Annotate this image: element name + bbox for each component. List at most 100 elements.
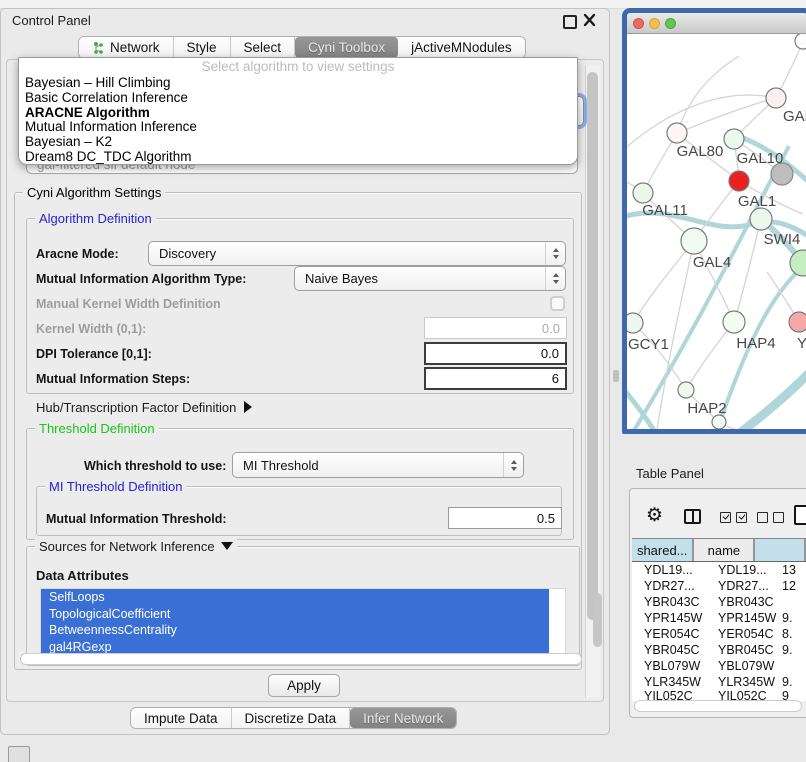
node-label: Y: [797, 335, 806, 352]
collapse-down-arrow-icon[interactable]: [221, 542, 233, 550]
threshold-definition-title: Threshold Definition: [35, 421, 159, 436]
table-row[interactable]: YER054C YER054C 8.: [632, 626, 806, 642]
table-row[interactable]: YPR145W YPR145W 9.: [632, 610, 806, 626]
unchecked-checkbox-icon: [773, 512, 784, 523]
mi-algorithm-type-combobox[interactable]: Naive Bayes: [294, 266, 566, 291]
algorithm-dropdown-popup: Select algorithm to view settings Bayesi…: [18, 57, 578, 165]
tab-style[interactable]: Style: [174, 37, 231, 58]
table-row[interactable]: YDL19... YDL19... 13: [632, 562, 806, 578]
which-threshold-combobox[interactable]: MI Threshold: [232, 452, 524, 478]
manual-kernel-width-label: Manual Kernel Width Definition: [36, 297, 221, 311]
network-node[interactable]: [766, 88, 786, 108]
network-node-gal1[interactable]: [729, 171, 749, 191]
attribute-item-selected[interactable]: TopologicalCoefficient: [41, 606, 549, 623]
algorithm-option[interactable]: Bayesian – K2: [19, 135, 577, 150]
expand-right-arrow-icon[interactable]: [244, 401, 252, 413]
bottom-dock-icon[interactable]: [8, 746, 30, 762]
panel-splitter-handle[interactable]: [613, 370, 619, 382]
network-node-gal10[interactable]: [724, 129, 744, 149]
network-canvas[interactable]: GAL GAL80 GAL10 GAL1 GAL11 SWI4 GAL4 GCY…: [627, 34, 806, 430]
manual-kernel-width-checkbox[interactable]: [550, 296, 565, 311]
network-view-window[interactable]: GAL GAL80 GAL10 GAL1 GAL11 SWI4 GAL4 GCY…: [622, 8, 806, 434]
data-attributes-list[interactable]: SelfLoops TopologicalCoefficient Between…: [40, 588, 566, 654]
document-icon[interactable]: [794, 505, 806, 525]
network-graph[interactable]: GAL GAL80 GAL10 GAL1 GAL11 SWI4 GAL4 GCY…: [627, 34, 806, 430]
checked-checkbox-icon: [736, 512, 747, 523]
column-header-partial[interactable]: [755, 539, 806, 561]
network-node-gcy1[interactable]: [627, 313, 643, 333]
unchecked-checkbox-icon: [757, 512, 768, 523]
attribute-item-selected[interactable]: SelfLoops: [41, 589, 549, 606]
traffic-light-close-icon[interactable]: [633, 18, 644, 29]
network-node-gal11[interactable]: [633, 183, 653, 203]
algorithm-option-selected[interactable]: ARACNE Algorithm: [19, 106, 577, 121]
sources-group-title[interactable]: Sources for Network Inference: [35, 539, 237, 554]
attributes-list-scrollbar-thumb[interactable]: [593, 593, 602, 647]
tab-infer-network[interactable]: Infer Network: [350, 708, 456, 728]
table-header-row: shared... name: [632, 538, 806, 562]
network-node[interactable]: [712, 415, 726, 429]
network-node-gal80[interactable]: [667, 123, 687, 143]
tab-cyni-toolbox[interactable]: Cyni Toolbox: [295, 37, 398, 58]
network-node-gal4[interactable]: [681, 228, 707, 254]
combobox-arrows-icon: [545, 242, 565, 265]
kernel-width-field[interactable]: 0.0: [424, 317, 567, 339]
table-row[interactable]: YBR045C YBR045C 9.: [632, 642, 806, 658]
node-label: HAP4: [736, 335, 775, 352]
float-panel-icon[interactable]: [563, 15, 577, 29]
network-node[interactable]: [789, 312, 806, 332]
traffic-light-minimize-icon[interactable]: [649, 18, 660, 29]
node-label: GAL11: [642, 202, 688, 219]
column-header-name[interactable]: name: [694, 539, 755, 561]
mi-steps-field[interactable]: 6: [424, 367, 567, 390]
network-node[interactable]: [795, 34, 806, 49]
tab-select[interactable]: Select: [231, 37, 296, 58]
network-node-hap2[interactable]: [678, 382, 694, 398]
algorithm-option[interactable]: Basic Correlation Inference: [19, 91, 577, 106]
apply-button[interactable]: Apply: [268, 674, 340, 697]
table-row[interactable]: YDR27... YDR27... 12: [632, 578, 806, 594]
aracne-mode-combobox[interactable]: Discovery: [148, 241, 566, 266]
network-tab-icon: [92, 41, 105, 55]
deselect-all-columns-icon[interactable]: [757, 512, 784, 523]
node-label: GAL1: [738, 193, 776, 210]
table-row[interactable]: YBL079W YBL079W: [632, 658, 806, 674]
attribute-item-selected[interactable]: BetweennessCentrality: [41, 622, 549, 639]
node-label: GAL4: [693, 254, 731, 271]
mi-threshold-label: Mutual Information Threshold:: [46, 512, 227, 526]
algorithm-option[interactable]: Mutual Information Inference: [19, 120, 577, 135]
table-horizontal-scrollbar[interactable]: [634, 700, 802, 712]
algorithm-option[interactable]: Bayesian – Hill Climbing: [19, 76, 577, 91]
traffic-light-zoom-icon[interactable]: [665, 18, 676, 29]
select-all-columns-icon[interactable]: [720, 512, 747, 523]
aracne-mode-label: Aracne Mode:: [36, 247, 119, 261]
dpi-tolerance-field[interactable]: 0.0: [424, 342, 567, 365]
which-threshold-label: Which threshold to use:: [84, 459, 226, 473]
checked-checkbox-icon: [720, 512, 731, 523]
tab-jactivemnodules[interactable]: jActiveMNodules: [398, 37, 525, 58]
table-row[interactable]: YBR043C YBR043C: [632, 594, 806, 610]
screen: Control Panel Network Style Select Cyni …: [0, 0, 806, 762]
network-window-titlebar[interactable]: [627, 13, 806, 34]
dpi-tolerance-label: DPI Tolerance [0,1]:: [36, 347, 152, 361]
settings-horizontal-scrollbar[interactable]: [20, 653, 582, 665]
table-row[interactable]: YLR345W YLR345W 9.: [632, 674, 806, 690]
settings-scrollbar-thumb[interactable]: [587, 72, 598, 620]
columns-icon[interactable]: [684, 509, 701, 524]
gear-icon[interactable]: ⚙: [646, 506, 663, 526]
network-node-swi4[interactable]: [750, 208, 772, 230]
combobox-arrows-icon: [545, 267, 565, 290]
close-panel-icon[interactable]: [583, 12, 597, 28]
control-panel-title: Control Panel: [12, 13, 91, 28]
tab-network[interactable]: Network: [79, 37, 174, 58]
network-node-hap4[interactable]: [723, 311, 745, 333]
algorithm-option[interactable]: Dream8 DC_TDC Algorithm: [19, 150, 577, 165]
tab-discretize-data[interactable]: Discretize Data: [232, 708, 351, 728]
mi-threshold-field[interactable]: 0.5: [448, 507, 562, 529]
cyni-settings-group-title: Cyni Algorithm Settings: [23, 185, 165, 200]
tab-impute-data[interactable]: Impute Data: [131, 708, 232, 728]
column-header-shared-name[interactable]: shared...: [632, 539, 694, 561]
hub-definition-expander[interactable]: Hub/Transcription Factor Definition: [36, 400, 252, 415]
node-label: GCY1: [628, 336, 669, 353]
node-label: SWI4: [764, 231, 801, 248]
